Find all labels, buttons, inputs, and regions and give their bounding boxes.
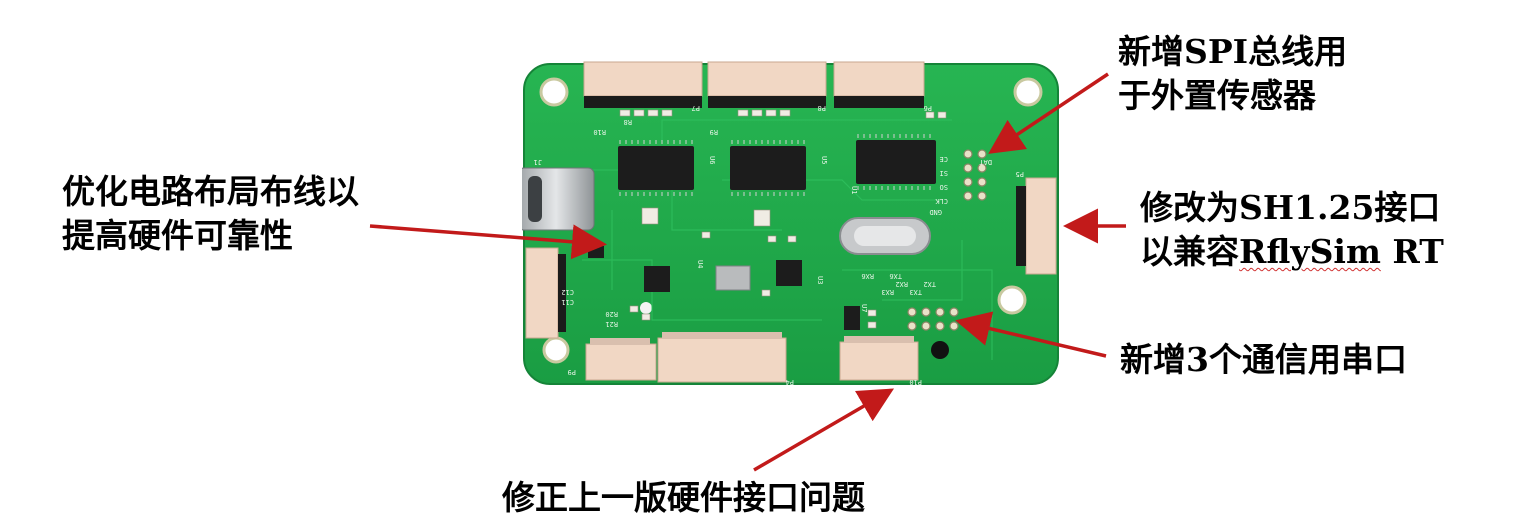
arrow-fix bbox=[753, 388, 895, 472]
annotation-sh125-prefix: 以兼容 bbox=[1140, 232, 1239, 271]
annotation-sh125-line2: 以兼容RflySim RT bbox=[1140, 230, 1444, 274]
arrow-uart bbox=[955, 311, 1107, 358]
annotation-spi-line1: 新增SPI总线用 bbox=[1118, 32, 1348, 71]
annotation-routing: 优化电路布局布线以 提高硬件可靠性 bbox=[62, 170, 359, 258]
arrow-routing bbox=[369, 224, 607, 260]
annotation-sh125-suffix: RT bbox=[1380, 232, 1444, 271]
annotation-sh125: 修改为SH1.25接口 以兼容RflySim RT bbox=[1140, 186, 1444, 274]
annotation-uart-text: 新增3个通信用串口 bbox=[1120, 340, 1407, 379]
annotation-routing-line1: 优化电路布局布线以 bbox=[62, 172, 359, 211]
annotation-fix: 修正上一版硬件接口问题 bbox=[502, 476, 865, 520]
annotation-spi-line2: 于外置传感器 bbox=[1118, 76, 1316, 115]
annotation-spi: 新增SPI总线用 于外置传感器 bbox=[1118, 30, 1347, 118]
arrow-spi bbox=[988, 72, 1109, 154]
annotation-routing-line2: 提高硬件可靠性 bbox=[62, 216, 293, 255]
annotation-sh125-line1: 修改为SH1.25接口 bbox=[1140, 188, 1441, 227]
annotation-uart: 新增3个通信用串口 bbox=[1120, 338, 1407, 382]
annotation-sh125-product: RflySim bbox=[1239, 232, 1381, 271]
annotation-fix-text: 修正上一版硬件接口问题 bbox=[502, 478, 865, 517]
